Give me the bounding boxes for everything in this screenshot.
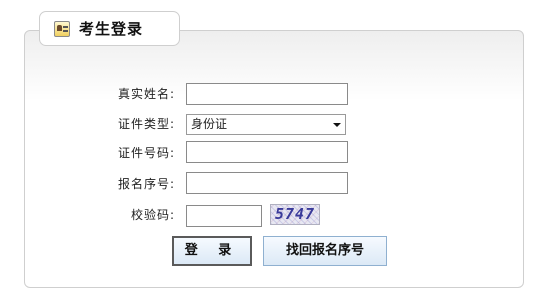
captcha-input[interactable] — [186, 205, 262, 227]
id-type-selected-value: 身份证 — [191, 117, 228, 131]
panel-title-tab: 考生登录 — [39, 11, 180, 46]
id-card-icon — [54, 20, 70, 37]
panel-title: 考生登录 — [79, 20, 144, 38]
name-input[interactable] — [186, 83, 348, 105]
chevron-down-icon[interactable] — [333, 123, 341, 127]
captcha-image[interactable]: 5747 — [270, 204, 320, 225]
id-type-label: 证件类型: — [117, 117, 175, 131]
id-number-input[interactable] — [186, 141, 348, 163]
retrieve-reg-number-button[interactable]: 找回报名序号 — [263, 236, 387, 266]
reg-number-input[interactable] — [186, 172, 348, 194]
captcha-label: 校验码: — [130, 208, 175, 222]
id-type-select[interactable]: 身份证 — [186, 114, 346, 135]
id-number-label: 证件号码: — [117, 146, 175, 160]
login-button[interactable]: 登 录 — [172, 236, 252, 266]
name-label: 真实姓名: — [117, 87, 175, 101]
reg-number-label: 报名序号: — [117, 177, 175, 191]
